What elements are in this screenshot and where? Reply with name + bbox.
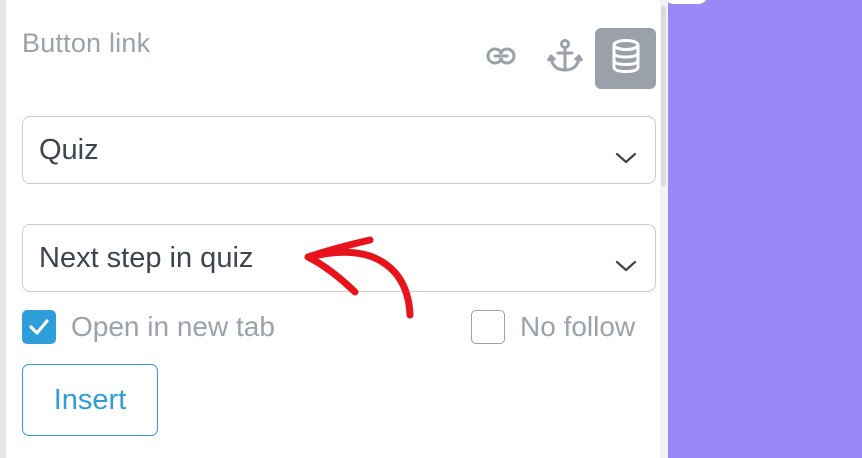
anchor-button[interactable]	[534, 28, 595, 89]
no-follow-option[interactable]: No follow	[471, 310, 635, 344]
dynamic-data-button[interactable]	[595, 28, 656, 89]
database-icon	[611, 39, 641, 78]
chevron-down-icon	[615, 248, 637, 281]
anchor-icon	[546, 38, 583, 79]
quiz-action-value: Next step in quiz	[39, 241, 254, 274]
no-follow-checkbox[interactable]	[471, 310, 505, 344]
open-new-tab-checkbox[interactable]	[22, 310, 56, 344]
panel-title: Button link	[22, 28, 151, 58]
link-icon	[486, 47, 516, 70]
button-link-panel: Button link Quiz Next step in quiz Open …	[0, 0, 662, 458]
annotation-arrow	[304, 236, 414, 319]
scrollbar-thumb[interactable]	[661, 6, 666, 186]
link-type-select[interactable]: Quiz	[22, 116, 656, 184]
no-follow-label: No follow	[520, 311, 636, 342]
open-new-tab-option[interactable]: Open in new tab	[22, 310, 275, 344]
chevron-down-icon	[615, 140, 637, 173]
open-new-tab-label: Open in new tab	[71, 311, 275, 342]
link-button[interactable]	[470, 28, 531, 89]
link-type-value: Quiz	[39, 133, 99, 166]
insert-button[interactable]: Insert	[22, 364, 158, 436]
canvas-background	[668, 0, 862, 458]
canvas-block-edge	[664, 0, 708, 4]
panel-scrollbar[interactable]	[660, 0, 668, 458]
